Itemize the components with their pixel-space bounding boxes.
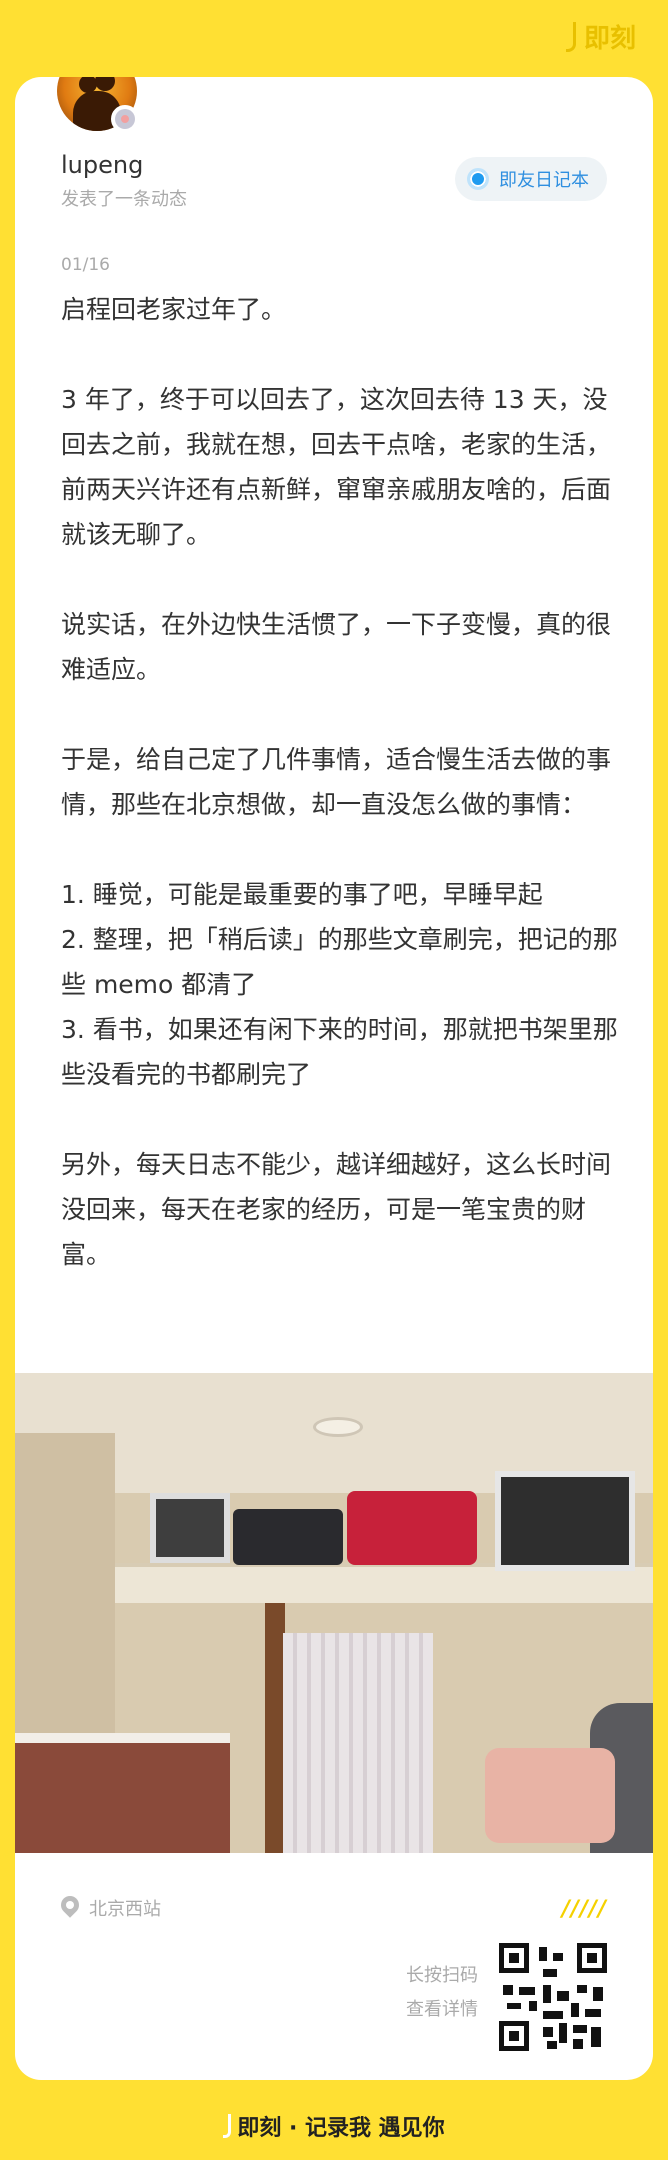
decorative-slashes: ///// — [561, 1897, 607, 1922]
qr-code-icon[interactable] — [499, 1943, 607, 2051]
post-list-item: 2. 整理，把「稍后读」的那些文章刷完，把记的那些 memo 都清了 — [61, 925, 618, 999]
scan-hint: 长按扫码 查看详情 — [406, 1959, 478, 2027]
post-paragraph: 启程回老家过年了。 — [61, 295, 287, 324]
scan-hint-line1: 长按扫码 — [406, 1965, 478, 1986]
post-body: 启程回老家过年了。 3 年了，终于可以回去了，这次回去待 13 天，没回去之前，… — [61, 287, 621, 1277]
post-photo[interactable] — [15, 1373, 653, 1853]
topic-tag-button[interactable]: 即友日记本 — [455, 157, 607, 201]
brand-logo-text: 即刻 — [583, 24, 636, 54]
post-list-item: 3. 看书，如果还有闲下来的时间，那就把书架里那些没看完的书都刷完了 — [61, 1015, 618, 1089]
location-label: 北京西站 — [89, 1899, 161, 1920]
footer-slogan-text: 即刻 · 记录我 遇见你 — [237, 2116, 445, 2141]
post-list-item: 1. 睡觉，可能是最重要的事了吧，早睡早起 — [61, 880, 543, 909]
brand-logo-top: 即刻 — [565, 18, 636, 55]
post-paragraph: 于是，给自己定了几件事情，适合慢生活去做的事情，那些在北京想做，却一直没怎么做的… — [61, 745, 612, 819]
location-pin-icon — [61, 1896, 79, 1920]
post-paragraph: 3 年了，终于可以回去了，这次回去待 13 天，没回去之前，我就在想，回去干点啥… — [61, 385, 612, 549]
jike-logo-icon — [223, 2114, 232, 2138]
topic-icon — [467, 168, 489, 190]
post-card: lupeng 发表了一条动态 即友日记本 01/16 启程回老家过年了。 3 年… — [15, 77, 653, 2080]
post-action-text: 发表了一条动态 — [61, 189, 187, 210]
post-date: 01/16 — [61, 255, 110, 275]
topic-tag-label: 即友日记本 — [499, 170, 589, 191]
footer-slogan: 即刻 · 记录我 遇见你 — [0, 2110, 668, 2142]
location[interactable]: 北京西站 — [61, 1895, 161, 1921]
username[interactable]: lupeng — [61, 151, 143, 179]
scan-hint-line2: 查看详情 — [406, 1999, 478, 2020]
jike-logo-icon — [565, 21, 576, 52]
post-paragraph: 另外，每天日志不能少，越详细越好，这么长时间没回来，每天在老家的经历，可是一笔宝… — [61, 1150, 612, 1269]
post-paragraph: 说实话，在外边快生活惯了，一下子变慢，真的很难适应。 — [61, 610, 612, 684]
avatar-badge-icon — [111, 105, 139, 133]
